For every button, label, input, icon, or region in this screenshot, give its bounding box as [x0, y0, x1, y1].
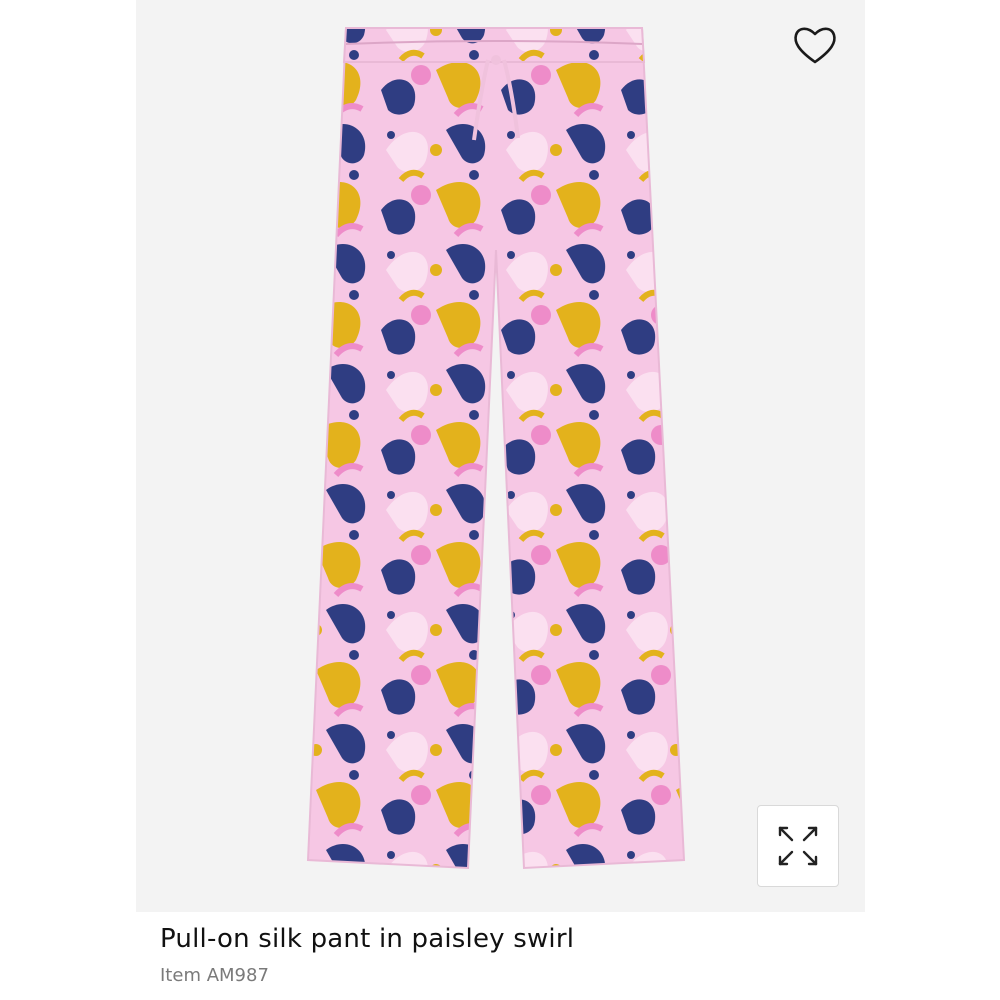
expand-arrows-icon: [778, 826, 818, 866]
heart-outline-icon: [794, 27, 836, 64]
expand-image-button[interactable]: [757, 805, 839, 887]
product-image-panel: [136, 0, 865, 912]
wishlist-heart-button[interactable]: [790, 20, 840, 70]
item-number: Item AM987: [160, 965, 269, 986]
product-image-pants[interactable]: [136, 0, 865, 912]
product-card: Pull-on silk pant in paisley swirl Item …: [0, 0, 1000, 1000]
product-title: Pull-on silk pant in paisley swirl: [160, 924, 575, 954]
